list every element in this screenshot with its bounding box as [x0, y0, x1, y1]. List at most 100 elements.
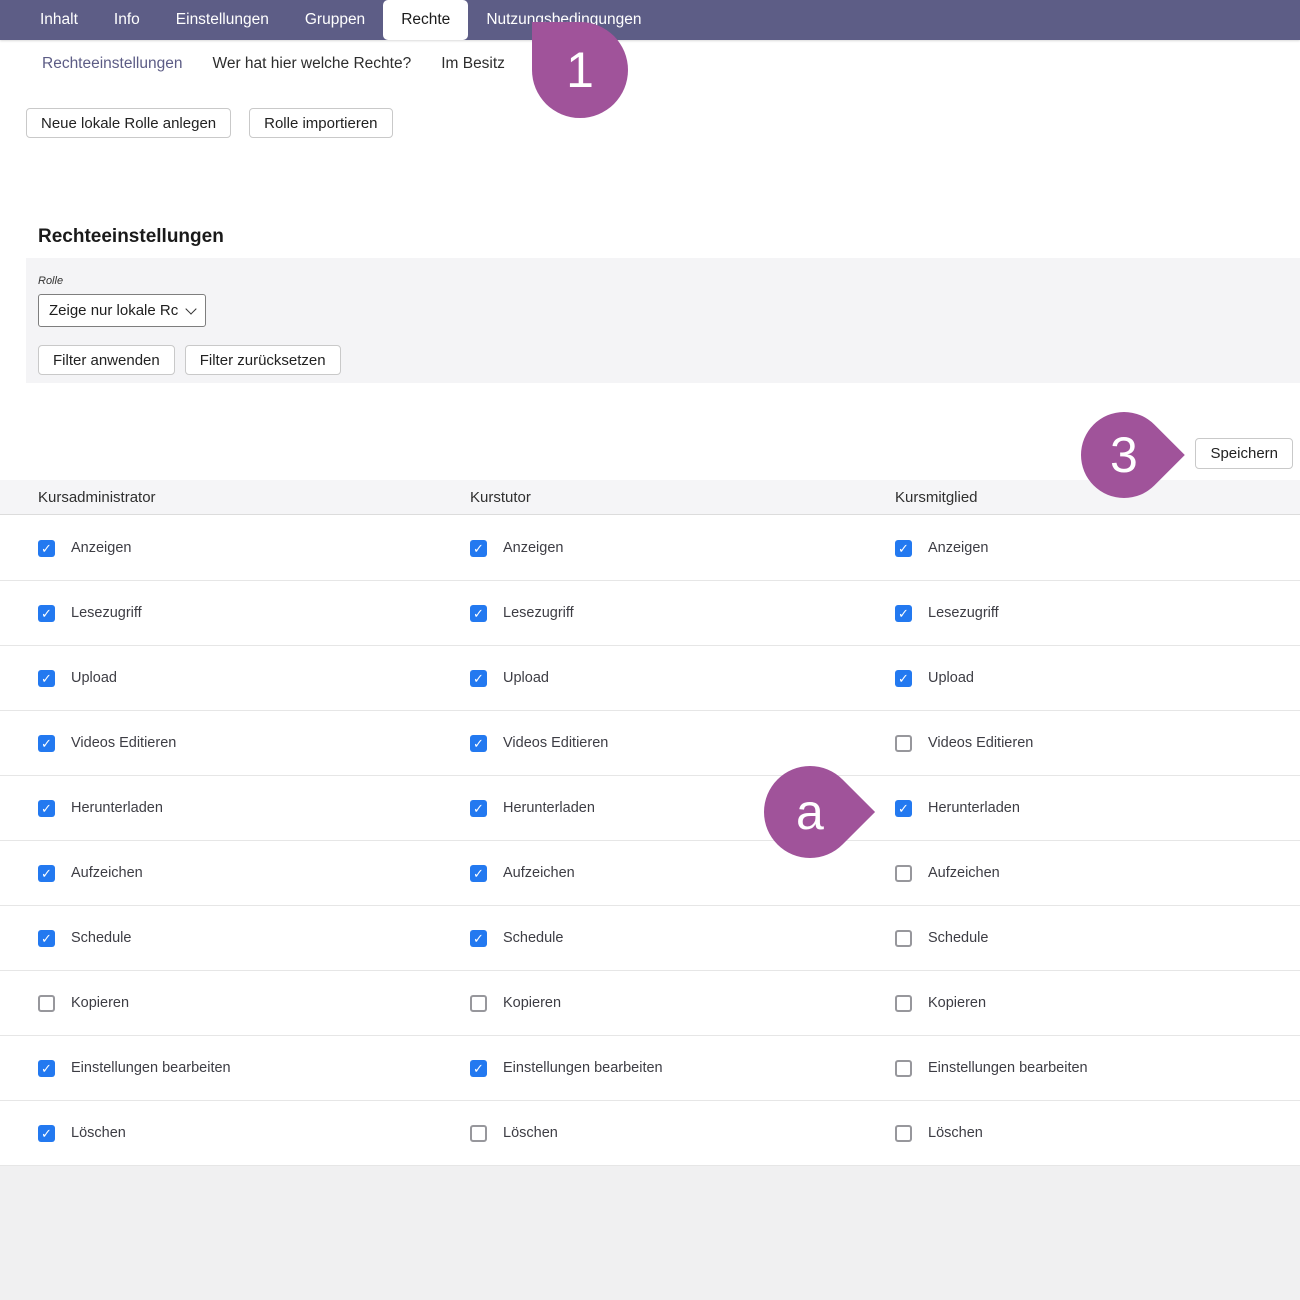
permission-label: Löschen	[928, 1125, 983, 1141]
permission-checkbox[interactable]	[470, 735, 487, 752]
annotation-label: a	[796, 787, 824, 837]
permission-checkbox[interactable]	[38, 1060, 55, 1077]
permission-label: Einstellungen bearbeiten	[71, 1060, 231, 1076]
permission-checkbox[interactable]	[470, 670, 487, 687]
permission-label: Anzeigen	[503, 540, 563, 556]
permission-checkbox[interactable]	[895, 995, 912, 1012]
permission-cell: Herunterladen	[895, 800, 1300, 817]
subnav-link-2[interactable]: Im Besitz	[441, 55, 505, 73]
permissions-table: AnzeigenAnzeigenAnzeigenLesezugriffLesez…	[0, 516, 1300, 1166]
permission-checkbox[interactable]	[38, 865, 55, 882]
permission-checkbox[interactable]	[38, 605, 55, 622]
permission-checkbox[interactable]	[895, 1060, 912, 1077]
permission-checkbox[interactable]	[38, 540, 55, 557]
annotation-label: 3	[1110, 430, 1138, 480]
permission-checkbox[interactable]	[38, 800, 55, 817]
filter-reset-button[interactable]: Filter zurücksetzen	[185, 345, 341, 375]
table-row: KopierenKopierenKopieren	[0, 971, 1300, 1036]
table-row: Einstellungen bearbeiten Einstellungen be…	[0, 1036, 1300, 1101]
page-footer	[0, 1166, 1300, 1300]
permission-cell: Upload	[38, 670, 470, 687]
page-title: Rechteeinstellungen	[38, 226, 224, 248]
permission-cell: Lesezugriff	[895, 605, 1300, 622]
permission-checkbox[interactable]	[470, 1060, 487, 1077]
role-select[interactable]: Zeige nur lokale Rc	[38, 294, 206, 327]
subnav-link-0[interactable]: Rechteeinstellungen	[42, 55, 182, 73]
permission-cell: Videos Editieren	[470, 735, 895, 752]
permission-cell: Lesezugriff	[38, 605, 470, 622]
permission-checkbox[interactable]	[895, 800, 912, 817]
permission-checkbox[interactable]	[470, 540, 487, 557]
nav-tab-gruppen[interactable]: Gruppen	[287, 0, 383, 40]
permission-checkbox[interactable]	[38, 995, 55, 1012]
role-select-value: Zeige nur lokale Rc	[49, 302, 187, 319]
permission-label: Anzeigen	[71, 540, 131, 556]
permission-checkbox[interactable]	[470, 995, 487, 1012]
permission-cell: Einstellungen bearbeiten	[470, 1060, 895, 1077]
permission-checkbox[interactable]	[38, 670, 55, 687]
permission-label: Videos Editieren	[928, 735, 1033, 751]
save-button[interactable]: Speichern	[1195, 438, 1293, 469]
permission-checkbox[interactable]	[38, 1125, 55, 1142]
new-local-role-button[interactable]: Neue lokale Rolle anlegen	[26, 108, 231, 138]
permission-checkbox[interactable]	[895, 670, 912, 687]
permission-cell: Löschen	[470, 1125, 895, 1142]
permission-label: Lesezugriff	[503, 605, 574, 621]
filter-panel: Rolle Zeige nur lokale Rc Filter anwende…	[26, 258, 1300, 383]
permission-checkbox[interactable]	[470, 1125, 487, 1142]
permission-checkbox[interactable]	[895, 865, 912, 882]
permission-cell: Lesezugriff	[470, 605, 895, 622]
permission-checkbox[interactable]	[895, 930, 912, 947]
nav-tab-einstellungen[interactable]: Einstellungen	[158, 0, 287, 40]
chevron-down-icon	[185, 303, 196, 314]
column-header-kurstutor: Kurstutor	[470, 489, 895, 506]
permission-cell: Aufzeichen	[895, 865, 1300, 882]
subnav-link-1[interactable]: Wer hat hier welche Rechte?	[212, 55, 411, 73]
import-role-button[interactable]: Rolle importieren	[249, 108, 392, 138]
table-row: UploadUploadUpload	[0, 646, 1300, 711]
permission-label: Aufzeichen	[71, 865, 143, 881]
permission-checkbox[interactable]	[470, 865, 487, 882]
permission-label: Upload	[503, 670, 549, 686]
permission-checkbox[interactable]	[38, 930, 55, 947]
permission-cell: Schedule	[38, 930, 470, 947]
table-row: Lesezugriff Lesezugriff Lesezugriff	[0, 581, 1300, 646]
permission-label: Videos Editieren	[71, 735, 176, 751]
filter-apply-button[interactable]: Filter anwenden	[38, 345, 175, 375]
table-row: AnzeigenAnzeigenAnzeigen	[0, 516, 1300, 581]
annotation-label: 1	[566, 45, 594, 95]
table-row: Löschen Löschen Löschen	[0, 1101, 1300, 1166]
permission-checkbox[interactable]	[470, 800, 487, 817]
permission-checkbox[interactable]	[470, 605, 487, 622]
permission-label: Schedule	[928, 930, 988, 946]
permission-label: Einstellungen bearbeiten	[928, 1060, 1088, 1076]
column-header-kursmitglied: Kursmitglied	[895, 489, 1300, 506]
permission-checkbox[interactable]	[38, 735, 55, 752]
table-row: Aufzeichen Aufzeichen Aufzeichen	[0, 841, 1300, 906]
permission-checkbox[interactable]	[470, 930, 487, 947]
permission-cell: Einstellungen bearbeiten	[38, 1060, 470, 1077]
permission-label: Aufzeichen	[503, 865, 575, 881]
permission-label: Kopieren	[71, 995, 129, 1011]
permission-label: Löschen	[71, 1125, 126, 1141]
permission-checkbox[interactable]	[895, 1125, 912, 1142]
permission-label: Schedule	[71, 930, 131, 946]
permission-label: Videos Editieren	[503, 735, 608, 751]
permission-cell: Kopieren	[38, 995, 470, 1012]
permission-cell: Einstellungen bearbeiten	[895, 1060, 1300, 1077]
role-actions: Neue lokale Rolle anlegen Rolle importie…	[26, 108, 393, 138]
table-row: ScheduleScheduleSchedule	[0, 906, 1300, 971]
nav-tab-rechte[interactable]: Rechte	[383, 0, 468, 40]
nav-tab-info[interactable]: Info	[96, 0, 158, 40]
permission-checkbox[interactable]	[895, 605, 912, 622]
nav-tab-inhalt[interactable]: Inhalt	[22, 0, 96, 40]
permission-label: Lesezugriff	[71, 605, 142, 621]
permission-cell: Aufzeichen	[38, 865, 470, 882]
annotation-bubble-1: 1	[532, 22, 628, 118]
permission-label: Einstellungen bearbeiten	[503, 1060, 663, 1076]
permission-cell: Aufzeichen	[470, 865, 895, 882]
permission-label: Kopieren	[928, 995, 986, 1011]
permission-checkbox[interactable]	[895, 540, 912, 557]
permission-label: Aufzeichen	[928, 865, 1000, 881]
permission-checkbox[interactable]	[895, 735, 912, 752]
